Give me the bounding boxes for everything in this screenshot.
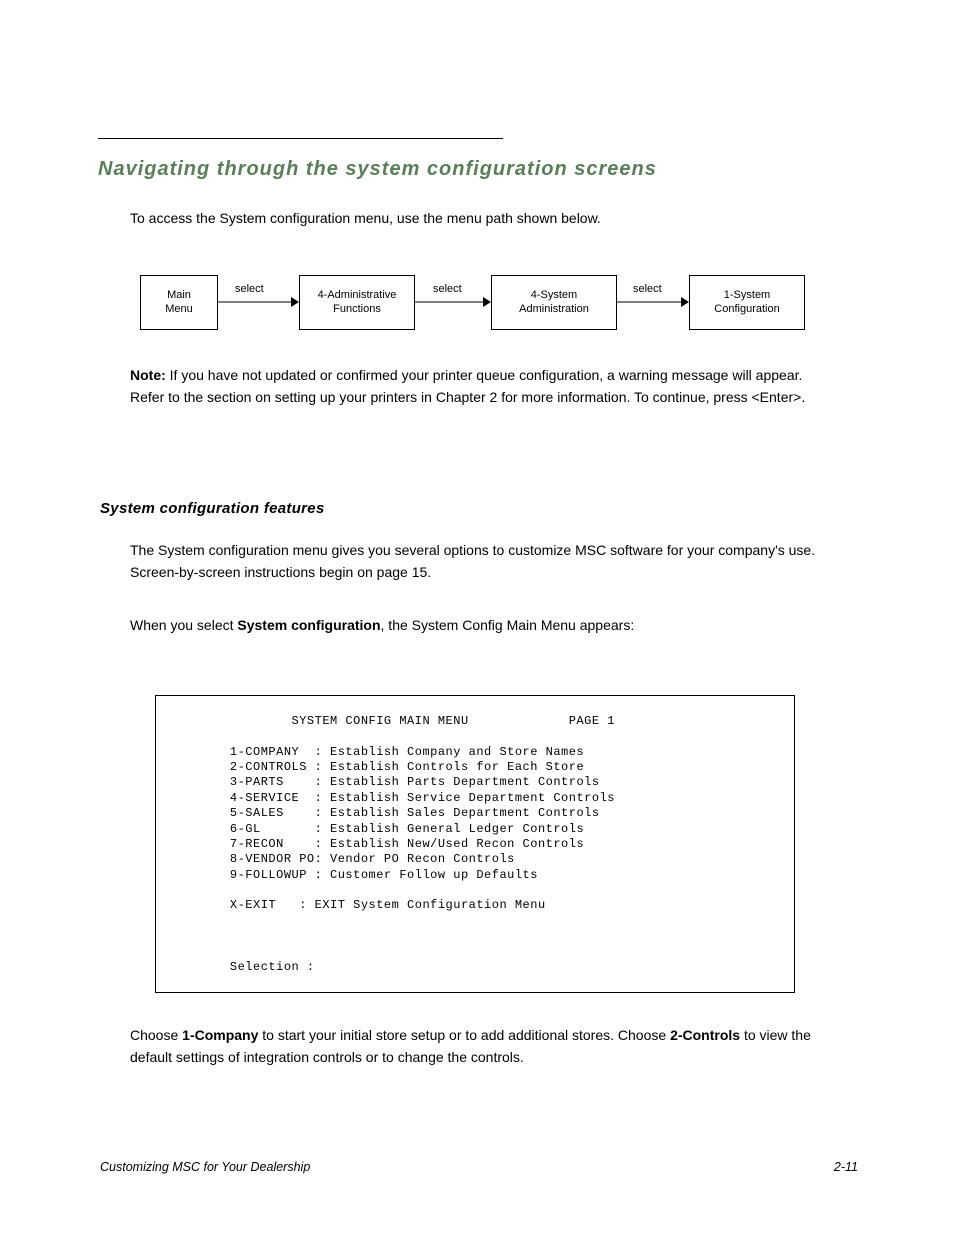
footer-right: 2-11 — [834, 1160, 858, 1174]
flow-box-system-administration: 4-System Administration — [491, 275, 617, 330]
navigation-flow-diagram: Main Menu select 4-Administrative Functi… — [140, 275, 820, 333]
paragraph: Choose 1-Company to start your initial s… — [130, 1025, 830, 1068]
bold-text: 1-Company — [182, 1027, 258, 1043]
flow-box-line: 1-System — [724, 289, 770, 301]
note-text: If you have not updated or confirmed you… — [130, 367, 805, 405]
header-rule — [98, 138, 503, 139]
flow-box-system-configuration: 1-System Configuration — [689, 275, 805, 330]
flow-arrow-label: select — [235, 283, 264, 295]
flow-box-line: 4-Administrative — [318, 289, 397, 301]
note-label: Note: — [130, 367, 166, 383]
flow-box-line: 4-System — [531, 289, 577, 301]
text: When you select — [130, 617, 234, 633]
arrow-icon — [617, 295, 689, 309]
flow-box-line: Configuration — [714, 303, 779, 315]
flow-box-line: Functions — [333, 303, 381, 315]
paragraph: When you select System configuration, th… — [130, 615, 830, 637]
text: Choose — [130, 1027, 182, 1043]
intro-paragraph: To access the System configuration menu,… — [130, 208, 830, 230]
text: to start your initial store setup or to … — [258, 1027, 670, 1043]
flow-box-line: Menu — [165, 303, 193, 315]
subheading: System configuration features — [100, 500, 325, 517]
flow-arrow-label: select — [633, 283, 662, 295]
flow-box-line: Main — [167, 289, 191, 301]
section-heading: Navigating through the system configurat… — [98, 158, 657, 181]
flow-box-line: Administration — [519, 303, 589, 315]
footer-left: Customizing MSC for Your Dealership — [100, 1160, 310, 1174]
text: , the System Config Main Menu appears: — [381, 617, 635, 633]
note-paragraph: Note: If you have not updated or confirm… — [130, 365, 830, 408]
flow-arrow-label: select — [433, 283, 462, 295]
bold-text: 2-Controls — [670, 1027, 740, 1043]
flow-box-admin-functions: 4-Administrative Functions — [299, 275, 415, 330]
paragraph: The System configuration menu gives you … — [130, 540, 830, 583]
arrow-icon — [415, 295, 491, 309]
arrow-icon — [218, 295, 299, 309]
terminal-screenshot: SYSTEM CONFIG MAIN MENU PAGE 1 1-COMPANY… — [155, 695, 795, 993]
bold-text: System configuration — [234, 617, 381, 633]
flow-box-main-menu: Main Menu — [140, 275, 218, 330]
